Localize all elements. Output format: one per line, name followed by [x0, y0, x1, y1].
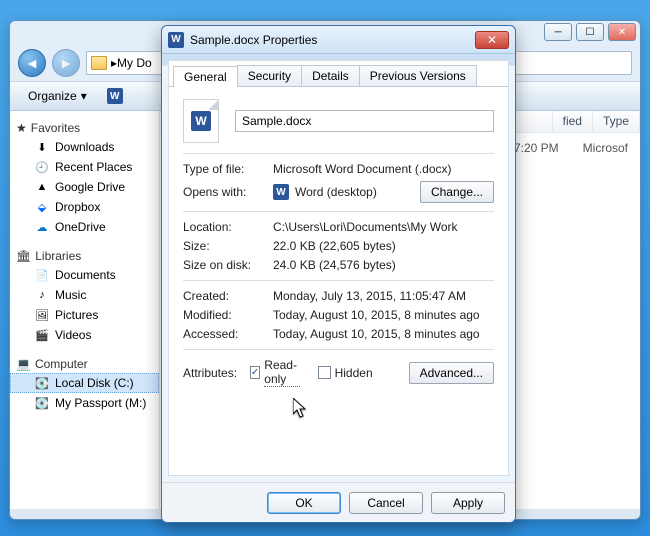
address-text: My Do	[117, 56, 152, 70]
dialog-close-button[interactable]: ✕	[475, 31, 509, 49]
sidebar-pictures[interactable]: 🖼Pictures	[10, 305, 159, 325]
sidebar-dropbox[interactable]: ⬙Dropbox	[10, 197, 159, 217]
cancel-button[interactable]: Cancel	[349, 492, 423, 514]
word-icon: W	[168, 32, 184, 48]
filename-input[interactable]	[235, 110, 494, 132]
onedrive-icon: ☁	[34, 219, 50, 235]
value-size: 22.0 KB (22,605 bytes)	[273, 239, 494, 253]
download-icon: ⬇	[34, 139, 50, 155]
maximize-button[interactable]: ☐	[576, 23, 604, 41]
sidebar: ★Favorites ⬇Downloads 🕘Recent Places ▲Go…	[10, 111, 160, 509]
minimize-button[interactable]: ─	[544, 23, 572, 41]
label-location: Location:	[183, 220, 273, 234]
sidebar-downloads[interactable]: ⬇Downloads	[10, 137, 159, 157]
sidebar-my-passport[interactable]: 💽My Passport (M:)	[10, 393, 159, 413]
dialog-title: Sample.docx Properties	[190, 33, 469, 47]
hidden-label: Hidden	[335, 366, 373, 380]
change-button[interactable]: Change...	[420, 181, 494, 203]
organize-button[interactable]: Organize ▾	[18, 86, 97, 106]
sidebar-videos[interactable]: 🎬Videos	[10, 325, 159, 345]
tab-details[interactable]: Details	[301, 65, 360, 86]
sidebar-google-drive[interactable]: ▲Google Drive	[10, 177, 159, 197]
gdrive-icon: ▲	[34, 179, 50, 195]
tab-previous-versions[interactable]: Previous Versions	[359, 65, 477, 86]
readonly-option[interactable]: Read-only	[250, 358, 300, 387]
file-row-cells: 7:20 PM Microsof	[514, 141, 628, 155]
value-accessed: Today, August 10, 2015, 8 minutes ago	[273, 327, 494, 341]
dropbox-icon: ⬙	[34, 199, 50, 215]
col-date-modified[interactable]: fied	[553, 111, 593, 132]
sidebar-onedrive[interactable]: ☁OneDrive	[10, 217, 159, 237]
close-button[interactable]: ✕	[608, 23, 636, 41]
tab-general[interactable]: General	[173, 66, 238, 87]
readonly-label: Read-only	[264, 358, 299, 387]
apply-button[interactable]: Apply	[431, 492, 505, 514]
hidden-checkbox[interactable]	[318, 366, 331, 379]
value-created: Monday, July 13, 2015, 11:05:47 AM	[273, 289, 494, 303]
folder-icon	[91, 56, 107, 70]
label-created: Created:	[183, 289, 273, 303]
dialog-titlebar: W Sample.docx Properties ✕	[162, 26, 515, 54]
ok-button[interactable]: OK	[267, 492, 341, 514]
sidebar-libraries-header[interactable]: 🏛Libraries	[10, 247, 159, 265]
label-attributes: Attributes:	[183, 366, 250, 380]
library-icon: 🏛	[16, 249, 31, 263]
sidebar-recent-places[interactable]: 🕘Recent Places	[10, 157, 159, 177]
computer-icon: 💻	[16, 357, 31, 371]
dialog-buttons: OK Cancel Apply	[162, 482, 515, 522]
properties-dialog: W Sample.docx Properties ✕ General Secur…	[161, 25, 516, 523]
sidebar-music[interactable]: ♪Music	[10, 285, 159, 305]
pictures-icon: 🖼	[34, 307, 50, 323]
external-disk-icon: 💽	[34, 395, 50, 411]
tabs: General Security Details Previous Versio…	[169, 65, 508, 87]
word-icon: W	[273, 184, 289, 200]
readonly-checkbox[interactable]	[250, 366, 260, 379]
sidebar-documents[interactable]: 📄Documents	[10, 265, 159, 285]
chevron-down-icon: ▾	[81, 89, 87, 103]
open-with-word-button[interactable]: W	[97, 85, 133, 107]
recent-icon: 🕘	[34, 159, 50, 175]
value-location: C:\Users\Lori\Documents\My Work	[273, 220, 494, 234]
col-type[interactable]: Type	[593, 111, 640, 132]
label-accessed: Accessed:	[183, 327, 273, 341]
sidebar-favorites-header[interactable]: ★Favorites	[10, 119, 159, 137]
value-typeof: Microsoft Word Document (.docx)	[273, 162, 494, 176]
value-sizeondisk: 24.0 KB (24,576 bytes)	[273, 258, 494, 272]
sidebar-computer-header[interactable]: 💻Computer	[10, 355, 159, 373]
disk-icon: 💽	[34, 375, 50, 391]
word-icon: W	[107, 88, 123, 104]
videos-icon: 🎬	[34, 327, 50, 343]
tab-security[interactable]: Security	[237, 65, 302, 86]
label-sizeondisk: Size on disk:	[183, 258, 273, 272]
label-modified: Modified:	[183, 308, 273, 322]
tab-general-content: W Type of file: Microsoft Word Document …	[169, 87, 508, 475]
value-openswith: Word (desktop)	[295, 185, 377, 199]
back-button[interactable]: ◄	[18, 49, 46, 77]
filetype-icon: W	[183, 99, 219, 143]
hidden-option[interactable]: Hidden	[318, 366, 373, 380]
label-openswith: Opens with:	[183, 185, 273, 199]
label-size: Size:	[183, 239, 273, 253]
music-icon: ♪	[34, 287, 50, 303]
advanced-button[interactable]: Advanced...	[409, 362, 494, 384]
forward-button[interactable]: ►	[52, 49, 80, 77]
star-icon: ★	[16, 121, 27, 135]
documents-icon: 📄	[34, 267, 50, 283]
label-typeof: Type of file:	[183, 162, 273, 176]
value-modified: Today, August 10, 2015, 8 minutes ago	[273, 308, 494, 322]
sidebar-local-disk-c[interactable]: 💽Local Disk (C:)	[10, 373, 159, 393]
